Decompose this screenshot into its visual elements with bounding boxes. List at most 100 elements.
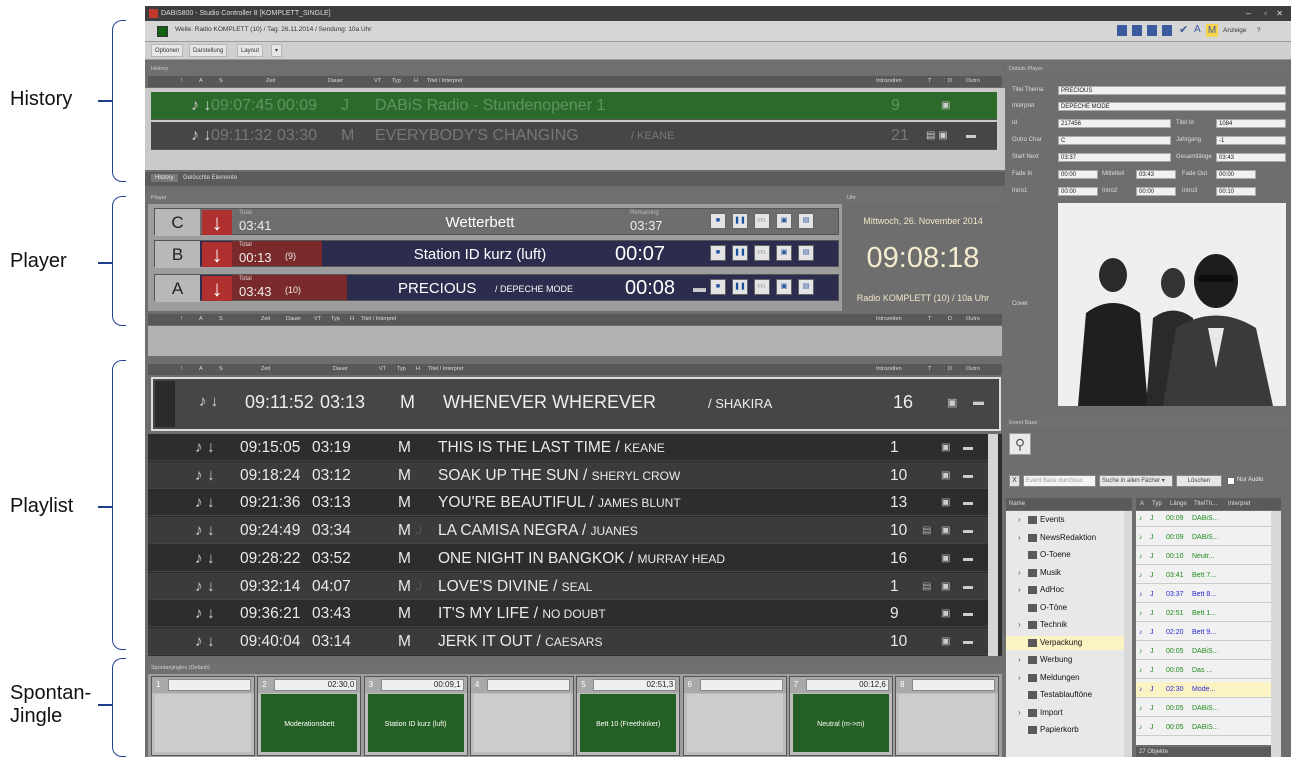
tree-item[interactable]: Testablauftöne [1006, 688, 1124, 702]
grid-row[interactable]: ♪ J 00:10 Neutr... [1136, 549, 1271, 565]
pause-button[interactable]: ❚❚ [732, 279, 748, 295]
pfl-button[interactable]: PFL [754, 213, 770, 229]
jingle-pad[interactable]: Moderationsbett [261, 694, 358, 752]
jingle-slot[interactable]: 5 02:51,3 Bett 10 (Freethinker) [576, 676, 681, 756]
menu-optionen[interactable]: Optionen [151, 44, 184, 57]
table-row[interactable]: ♪ ↓ 09:21:36 03:13 M YOU'RE BEAUTIFUL / JAME… [148, 489, 994, 517]
tree-item[interactable]: › Werbung [1006, 653, 1124, 667]
tree-item[interactable]: O-Töne [1006, 601, 1124, 615]
table-row[interactable]: ♪ ↓ 09:11:32 03:30 M EVERYBODY'S CHANGIN… [151, 122, 997, 150]
close-icon[interactable]: ✕ [1276, 6, 1283, 21]
search-icon[interactable]: ⚲ [1009, 433, 1031, 455]
grid-row[interactable]: ♪ J 00:05 DABiS... [1136, 644, 1271, 660]
search-input[interactable]: Event Base durchsuc [1023, 475, 1096, 487]
expand-icon[interactable]: › [1018, 513, 1021, 527]
jingle-slot[interactable]: 7 00:12,6 Neutral (m->m) [788, 676, 893, 756]
table-row[interactable]: ♪ ↓ 09:07:45 00:09 J DABiS Radio - Stund… [151, 92, 997, 120]
info-button[interactable]: ▣ [776, 213, 792, 229]
stop-button[interactable]: ■ [710, 279, 726, 295]
jingle-slot[interactable]: 8 [895, 676, 1000, 756]
list-button[interactable]: ▤ [798, 245, 814, 261]
table-row[interactable]: ♪ ↓ 09:40:04 03:14 M JERK IT OUT / CAESARS 10… [148, 627, 994, 655]
table-row[interactable]: ♪ ↓ 09:32:14 04:07 M J LOVE'S DIVINE / SEAL 1 ▤… [148, 572, 994, 600]
menu-darstellung[interactable]: Darstellung [189, 44, 228, 57]
jingle-slot[interactable]: 2 02:30,0 Moderationsbett [257, 676, 362, 756]
field-titel-id[interactable]: 1084 [1216, 119, 1286, 128]
pfl-button[interactable]: PFL [754, 245, 770, 261]
grid-row[interactable]: ♪ J 02:51 Bett 1... [1136, 606, 1271, 622]
jingle-slot[interactable]: 4 [469, 676, 574, 756]
grid-row[interactable]: ♪ J 03:37 Bett 8... [1136, 587, 1271, 603]
minimize-icon[interactable]: – [1246, 6, 1251, 21]
maximize-icon[interactable]: ▫ [1264, 6, 1267, 21]
playlist-current[interactable]: ♪ ↓ 09:11:52 03:13 M WHENEVER WHEREVER /… [151, 377, 1001, 431]
field-interpret[interactable]: DEPECHE MODE [1058, 102, 1286, 111]
grid-row[interactable]: ♪ J 03:41 Bett 7... [1136, 568, 1271, 584]
help-menu[interactable]: ? [1257, 27, 1261, 34]
display-menu[interactable]: Anzeige [1223, 27, 1247, 34]
field-jahrgang[interactable]: -1 [1216, 136, 1286, 145]
jingle-slot[interactable]: 1 [151, 676, 255, 756]
menu-more[interactable]: ▾ [271, 44, 283, 57]
jingle-slot[interactable]: 3 00:09,1 Station ID kurz (luft) [363, 676, 468, 756]
table-row[interactable]: ♪ ↓ 09:24:49 03:34 M J LA CAMISA NEGRA / JUAN… [148, 517, 994, 545]
list-button[interactable]: ▤ [798, 213, 814, 229]
delete-button[interactable]: Löschen [1176, 475, 1222, 487]
field-gesamt[interactable]: 03:43 [1216, 153, 1286, 162]
grid-row[interactable]: ♪ J 00:05 Das ... [1136, 663, 1271, 679]
field-fade-in[interactable]: 00:00 [1058, 170, 1098, 179]
playlist-scrollbar[interactable] [988, 434, 998, 656]
grid-row[interactable]: ♪ J 02:30 Mode... [1136, 682, 1271, 698]
network-icon[interactable] [1132, 25, 1142, 36]
field-fade-out[interactable]: 00:00 [1216, 170, 1256, 179]
tab-deleted[interactable]: Gelöschte Elemente [183, 175, 237, 181]
expand-icon[interactable]: › [1018, 706, 1021, 720]
grid-row[interactable]: ♪ J 00:09 DABiS... [1136, 530, 1271, 546]
tree-item[interactable]: › NewsRedaktion [1006, 531, 1124, 545]
tree-item[interactable]: › Musik [1006, 566, 1124, 580]
arrow-down-icon[interactable]: ↓ [202, 210, 232, 235]
tree-item[interactable]: › Import [1006, 706, 1124, 720]
menu-layout[interactable]: Layout [237, 44, 264, 57]
jingle-pad[interactable]: Bett 10 (Freethinker) [580, 694, 677, 752]
field-intro2[interactable]: 00:00 [1136, 187, 1176, 196]
expand-icon[interactable]: › [1018, 531, 1021, 545]
tree-item[interactable]: › Events [1006, 513, 1124, 527]
trash-icon[interactable] [1162, 25, 1172, 36]
table-row[interactable]: ♪ ↓ 09:36:21 03:43 M IT'S MY LIFE / NO DOUBT… [148, 600, 994, 628]
stop-button[interactable]: ■ [710, 213, 726, 229]
expand-icon[interactable]: › [1018, 618, 1021, 632]
jingle-pad[interactable] [155, 694, 251, 752]
expand-icon[interactable]: › [1018, 653, 1021, 667]
grid-scrollbar[interactable] [1271, 511, 1281, 757]
field-intro1[interactable]: 00:00 [1058, 187, 1098, 196]
field-titel-thema[interactable]: PRECIOUS [1058, 86, 1286, 95]
info-button[interactable]: ▣ [776, 245, 792, 261]
list-icon[interactable] [1117, 25, 1127, 36]
grid-row[interactable]: ♪ J 00:05 DABiS... [1136, 701, 1271, 717]
tab-history[interactable]: History [151, 174, 178, 182]
arrow-down-icon[interactable]: ↓ [202, 242, 232, 267]
tree-item[interactable]: › Technik [1006, 618, 1124, 632]
grid-row[interactable]: ♪ J 00:09 DABiS... [1136, 511, 1271, 527]
tree-item[interactable]: Verpackung [1006, 635, 1124, 650]
scope-select[interactable]: Suche in allen Fächer ▾ [1099, 475, 1173, 487]
tree-item[interactable]: › AdHoc [1006, 583, 1124, 597]
pause-button[interactable]: ❚❚ [732, 213, 748, 229]
jingle-pad[interactable]: Neutral (m->m) [792, 694, 889, 752]
field-id[interactable]: 217456 [1058, 119, 1171, 128]
jingle-pad[interactable] [686, 694, 783, 752]
tree-scrollbar[interactable] [1124, 511, 1132, 757]
tree-item[interactable]: Papierkorb [1006, 723, 1124, 737]
table-row[interactable]: ♪ ↓ 09:15:05 03:19 M THIS IS THE LAST TIME /… [148, 434, 994, 461]
m-icon[interactable]: M [1206, 24, 1218, 37]
field-outro-char[interactable]: C [1058, 136, 1171, 145]
tree-item[interactable]: O-Toene [1006, 548, 1124, 562]
field-start-next[interactable]: 03:37 [1058, 153, 1171, 162]
jingle-pad[interactable] [899, 694, 996, 752]
list-button[interactable]: ▤ [798, 279, 814, 295]
expand-icon[interactable]: › [1018, 566, 1021, 580]
info-button[interactable]: ▣ [776, 279, 792, 295]
stop-button[interactable]: ■ [710, 245, 726, 261]
audio-only-checkbox[interactable] [1227, 477, 1235, 485]
